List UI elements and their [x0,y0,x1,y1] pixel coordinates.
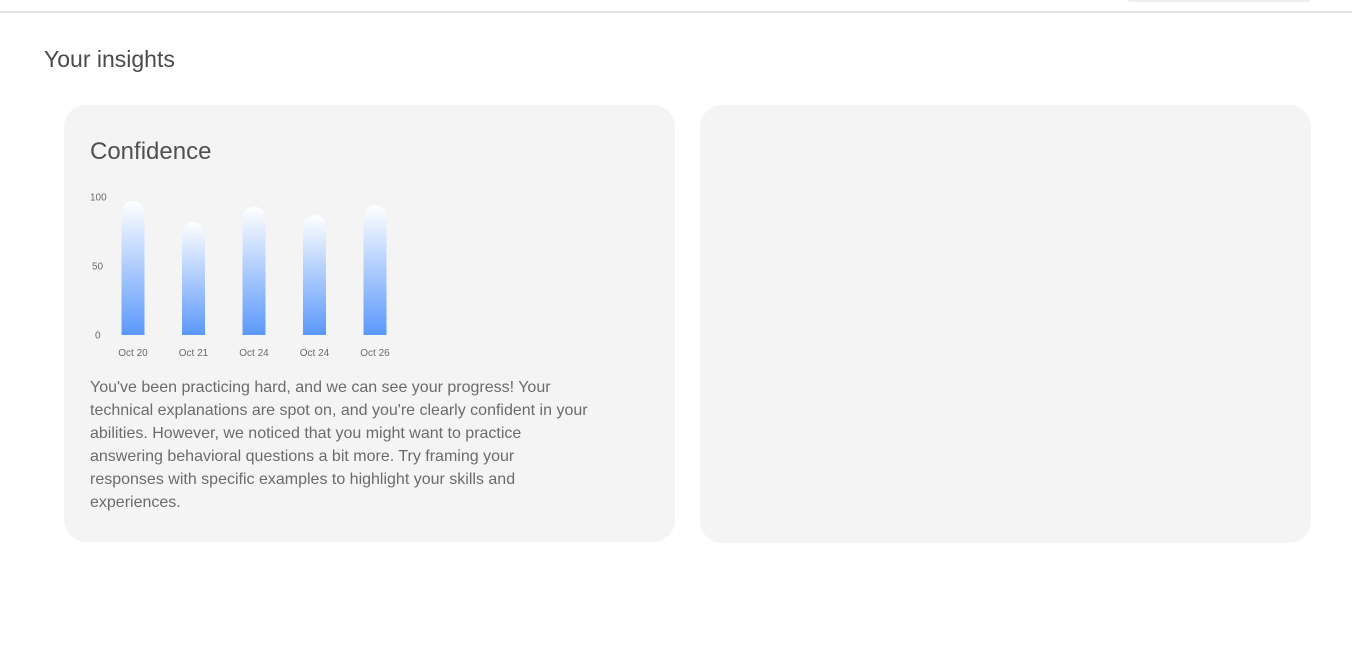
x-tick-label: Oct 24 [300,348,330,359]
confidence-card-title: Confidence [90,138,212,165]
page-title: Your insights [44,46,175,72]
x-tick-label: Oct 24 [239,348,269,359]
bar-4 [363,205,387,335]
y-tick-label: 100 [90,193,107,204]
x-tick-label: Oct 20 [118,348,148,359]
bar-series [121,201,387,335]
confidence-card: Confidence 0 50 100 Oct 20 Oct 21 Oct 24 Oct … [64,105,675,542]
bar-1 [182,221,205,335]
bar-0 [121,201,145,335]
header-divider [0,11,1352,13]
bar-3 [303,214,326,335]
x-tick-label: Oct 21 [179,348,209,359]
confidence-insight-text: You've been practicing hard, and we can … [90,379,588,511]
insight-card-placeholder [700,105,1311,543]
confidence-bar-chart: 0 50 100 Oct 20 Oct 21 Oct 24 Oct 24 Oct 26 [90,193,390,360]
y-tick-label: 50 [92,262,104,273]
y-tick-label: 0 [95,331,101,342]
header-control-edge[interactable] [1128,0,1310,2]
bar-2 [242,206,266,335]
y-axis: 0 50 100 [90,193,107,342]
x-tick-label: Oct 26 [360,348,390,359]
x-axis: Oct 20 Oct 21 Oct 24 Oct 24 Oct 26 [118,348,390,359]
